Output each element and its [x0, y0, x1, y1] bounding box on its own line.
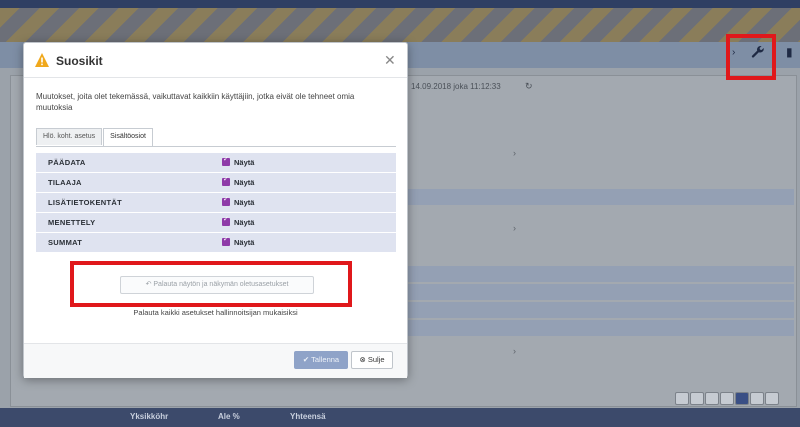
- setting-row-lisatietokentat: LISÄTIETOKENTÄT Näytä: [36, 193, 396, 212]
- setting-row-summat: SUMMAT Näytä: [36, 233, 396, 252]
- table-row: [396, 302, 794, 318]
- table-row: [396, 284, 794, 300]
- toolbar-button[interactable]: [765, 392, 779, 405]
- refresh-icon[interactable]: ↻: [525, 81, 533, 92]
- toolbar-button[interactable]: [690, 392, 704, 405]
- more-icon[interactable]: ▮: [786, 45, 793, 59]
- chevron-right-icon[interactable]: ›: [513, 223, 516, 233]
- dialog-footer: ✔ Tallenna ⊗ Sulje: [24, 343, 407, 378]
- toolbar-button-active[interactable]: [735, 392, 749, 405]
- reset-description: Palauta kaikki asetukset hallinnoitsijan…: [133, 308, 298, 317]
- toolbar-button[interactable]: [720, 392, 734, 405]
- close-button[interactable]: ⊗ Sulje: [351, 351, 393, 369]
- setting-value[interactable]: Näytä: [234, 218, 254, 227]
- content-section-settings: PÄÄDATA Näytä TILAAJA Näytä LISÄTIETOKEN…: [36, 153, 396, 253]
- footer-bar: [0, 408, 800, 427]
- toolbar-button[interactable]: [750, 392, 764, 405]
- table-row: [396, 189, 794, 205]
- highlight-reset-button: [70, 261, 352, 307]
- setting-row-menettely: MENETTELY Näytä: [36, 213, 396, 232]
- tabs-divider: [36, 146, 396, 147]
- setting-value[interactable]: Näytä: [234, 198, 254, 207]
- highlight-wrench: [726, 34, 776, 80]
- checkbox-icon[interactable]: [222, 175, 230, 186]
- setting-label: SUMMAT: [48, 238, 83, 247]
- chevron-right-icon[interactable]: ›: [513, 148, 516, 158]
- dialog-tabs: Hlö. koht. asetus Sisältöosiot: [36, 128, 154, 146]
- top-bar: [0, 0, 800, 8]
- setting-row-paadata: PÄÄDATA Näytä: [36, 153, 396, 172]
- setting-value[interactable]: Näytä: [234, 158, 254, 167]
- dialog-intro-text: Muutokset, joita olet tekemässä, vaikutt…: [36, 92, 355, 112]
- chevron-right-icon[interactable]: ›: [513, 346, 516, 356]
- checkbox-icon[interactable]: [222, 235, 230, 246]
- table-row: [396, 320, 794, 336]
- favorites-dialog: Suosikit ✕ Muutokset, joita olet tekemäs…: [23, 42, 408, 378]
- setting-value[interactable]: Näytä: [234, 238, 254, 247]
- setting-label: MENETTELY: [48, 218, 96, 227]
- table-row: [396, 266, 794, 282]
- tab-content-sections[interactable]: Sisältöosiot: [103, 128, 153, 146]
- environment-stripe-banner: [0, 8, 800, 42]
- setting-label: PÄÄDATA: [48, 158, 86, 167]
- checkbox-icon[interactable]: [222, 155, 230, 166]
- setting-label: LISÄTIETOKENTÄT: [48, 198, 122, 207]
- save-button[interactable]: ✔ Tallenna: [294, 351, 348, 369]
- checkbox-icon[interactable]: [222, 195, 230, 206]
- footer-column-discount[interactable]: Ale %: [218, 412, 240, 421]
- setting-label: TILAAJA: [48, 178, 82, 187]
- footer-column-total[interactable]: Yhteensä: [290, 412, 326, 421]
- checkbox-icon[interactable]: [222, 215, 230, 226]
- dialog-header: Suosikit ✕: [24, 43, 407, 78]
- setting-value[interactable]: Näytä: [234, 178, 254, 187]
- close-icon[interactable]: ✕: [384, 52, 396, 69]
- setting-row-tilaaja: TILAAJA Näytä: [36, 173, 396, 192]
- dialog-title: Suosikit: [56, 54, 103, 68]
- tab-personal-settings[interactable]: Hlö. koht. asetus: [36, 128, 103, 145]
- footer-column-unit-price[interactable]: Yksikköhr: [130, 412, 168, 421]
- last-modified-text: 14.09.2018 joka 11:12:33: [411, 82, 501, 91]
- warning-icon: [34, 52, 50, 68]
- toolbar-button[interactable]: [675, 392, 689, 405]
- toolbar-button[interactable]: [705, 392, 719, 405]
